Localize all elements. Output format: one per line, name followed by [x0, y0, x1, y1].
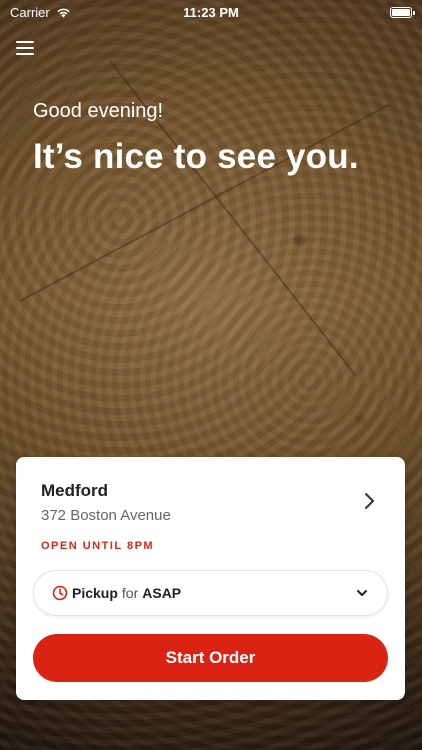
greeting-text: Good evening!	[33, 100, 164, 122]
status-bar: Carrier 11:23 PM	[0, 0, 422, 24]
store-name: Medford	[41, 481, 109, 500]
battery-icon	[390, 6, 415, 18]
status-right	[390, 6, 415, 18]
start-order-button[interactable]: Start Order	[33, 634, 388, 682]
chevron-right-icon[interactable]	[359, 491, 379, 511]
store-card: Medford 372 Boston Avenue OPEN UNTIL 8PM…	[16, 457, 405, 700]
chevron-down-icon	[357, 590, 367, 596]
clock-icon	[52, 585, 68, 601]
status-time: 11:23 PM	[183, 4, 239, 20]
order-mode-text: Pickup for ASAP	[72, 585, 181, 601]
order-mode-value: Pickup	[72, 585, 118, 601]
headline-text: It’s nice to see you.	[33, 137, 359, 176]
hamburger-menu-icon[interactable]	[16, 40, 34, 56]
order-mode-dropdown[interactable]: Pickup for ASAP	[33, 570, 388, 616]
store-selector[interactable]: Medford 372 Boston Avenue	[41, 481, 385, 524]
order-time-value: ASAP	[142, 585, 182, 601]
store-address: 372 Boston Avenue	[41, 507, 171, 524]
order-mode-connector: for	[121, 585, 139, 601]
store-hours-status: OPEN UNTIL 8PM	[41, 540, 155, 552]
